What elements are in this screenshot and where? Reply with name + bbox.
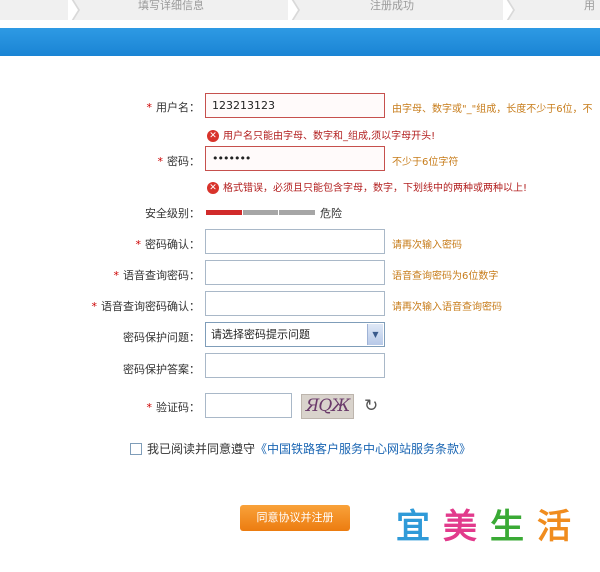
step-success: 注册成功 (370, 0, 414, 12)
username-hint: 由字母、数字或"_"组成，长度不少于6位，不 (392, 104, 593, 115)
agree-and-register-button[interactable]: 同意协议并注册 (240, 505, 350, 531)
required-mark: * (157, 155, 164, 168)
step-progress-bar: 填写详细信息 注册成功 用 (0, 0, 600, 20)
required-mark: * (146, 401, 153, 414)
required-mark: * (146, 101, 153, 114)
password-confirm-input[interactable] (205, 229, 385, 254)
security-question-selected: 请选择密码提示问题 (211, 328, 310, 341)
terms-link[interactable]: 《中国铁路客户服务中心网站服务条款》 (255, 442, 471, 456)
voice-password-input[interactable] (205, 260, 385, 285)
chevron-down-icon[interactable]: ▼ (367, 324, 383, 345)
header-band (0, 28, 600, 56)
refresh-icon[interactable]: ↻ (364, 396, 378, 416)
watermark-char: 活 (537, 507, 571, 547)
captcha-image[interactable]: ЯQЖ (301, 394, 354, 419)
strength-level-text: 危险 (320, 207, 342, 220)
captcha-label: * 验证码： (146, 401, 201, 414)
error-icon: ✕ (207, 182, 219, 194)
voice-password-confirm-hint: 请再次输入语音查询密码 (392, 302, 502, 313)
step-separator (288, 0, 298, 20)
password-input[interactable]: ••••••• (205, 146, 385, 171)
strength-label: 安全级别： (145, 207, 200, 220)
username-input[interactable]: 123213123 (205, 93, 385, 118)
password-confirm-hint: 请再次输入密码 (392, 240, 462, 251)
watermark-char: 美 (443, 507, 477, 547)
required-mark: * (113, 269, 120, 282)
security-answer-input[interactable] (205, 353, 385, 378)
voice-password-hint: 语音查询密码为6位数字 (392, 271, 499, 282)
step-separator (68, 0, 78, 20)
step-separator (503, 0, 513, 20)
error-icon: ✕ (207, 130, 219, 142)
step-fill-details: 填写详细信息 (138, 0, 204, 12)
agree-checkbox[interactable] (130, 443, 142, 455)
watermark-char: 生 (490, 507, 524, 547)
voice-password-label: * 语音查询密码： (113, 269, 201, 282)
password-hint: 不少于6位字符 (392, 157, 459, 168)
strength-bar-strong (279, 210, 315, 215)
username-label: * 用户名： (146, 101, 201, 114)
required-mark: * (91, 300, 98, 313)
username-error: ✕ 用户名只能由字母、数字和_组成,须以字母开头! (207, 127, 435, 142)
voice-password-confirm-label: * 语音查询密码确认： (91, 300, 201, 313)
password-confirm-label: * 密码确认： (135, 238, 201, 251)
strength-bar-weak (206, 210, 242, 215)
step-next: 用 (584, 0, 595, 12)
required-mark: * (135, 238, 142, 251)
voice-password-confirm-input[interactable] (205, 291, 385, 316)
security-question-label: 密码保护问题： (123, 331, 200, 344)
watermark-char: 宜 (396, 507, 430, 547)
agreement-text: 我已阅读并同意遵守《中国铁路客户服务中心网站服务条款》 (147, 442, 472, 456)
strength-bar-medium (243, 210, 278, 215)
security-question-select[interactable]: 请选择密码提示问题 ▼ (205, 322, 385, 347)
captcha-input[interactable] (205, 393, 292, 418)
password-label: * 密码： (157, 155, 201, 168)
security-answer-label: 密码保护答案： (123, 363, 200, 376)
password-error: ✕ 格式错误，必须且只能包含字母，数字，下划线中的两种或两种以上! (207, 179, 527, 194)
